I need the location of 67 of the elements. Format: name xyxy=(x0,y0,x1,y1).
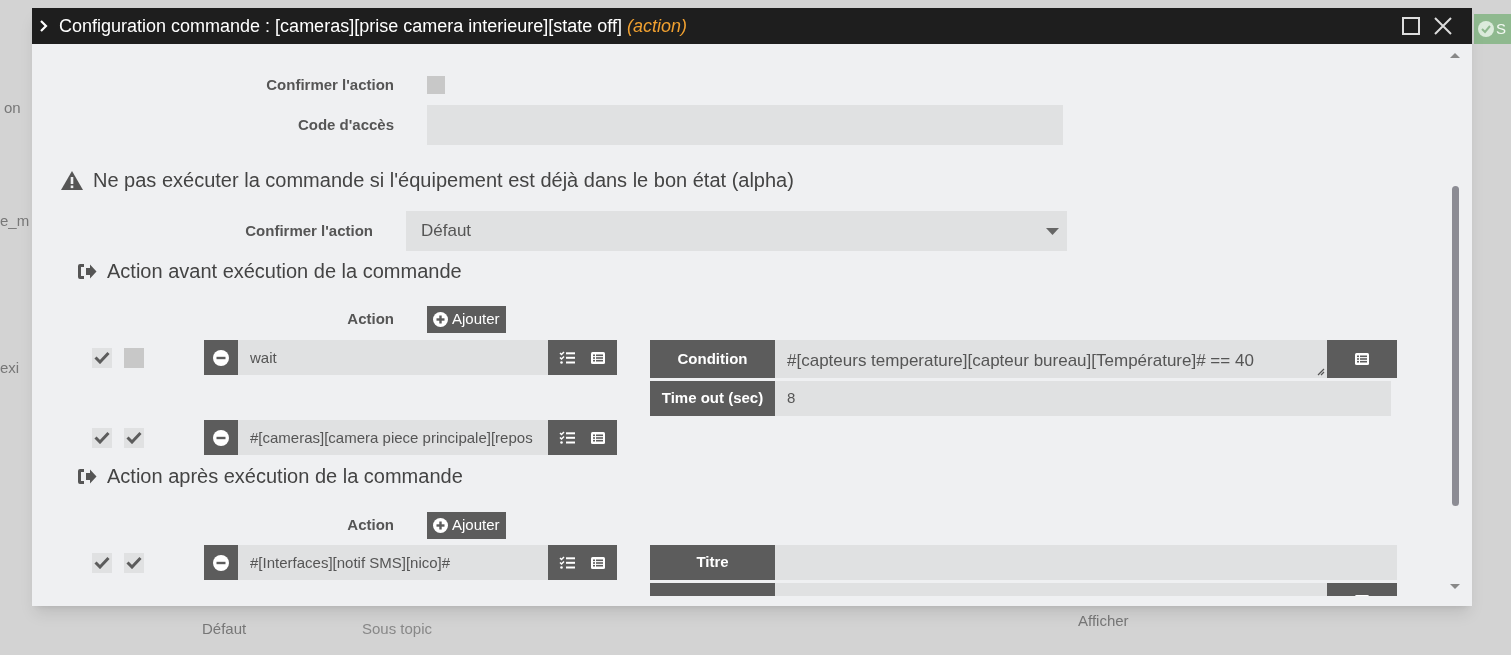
scrollbar-thumb[interactable] xyxy=(1452,186,1459,506)
checkbox[interactable] xyxy=(427,76,445,94)
background-text: e_m xyxy=(0,211,30,231)
field-label: Confirmer l'action xyxy=(265,74,394,95)
checklist-icon[interactable] xyxy=(559,555,576,570)
scroll-up-icon[interactable] xyxy=(1450,52,1460,58)
background-text: Défaut xyxy=(202,619,247,639)
input-field[interactable]: 8 xyxy=(775,381,1391,416)
checkbox[interactable] xyxy=(124,347,144,368)
background-text: Sous topic xyxy=(362,619,433,639)
field-label: Time out (sec) xyxy=(650,381,775,416)
field-label: Action xyxy=(346,515,394,536)
window-title: Configuration commande : [cameras][prise camera interieure][state off] (action) xyxy=(59,14,687,38)
check-icon xyxy=(94,556,110,569)
check-icon xyxy=(126,556,142,569)
plus-circle-icon xyxy=(433,312,448,327)
input-field[interactable]: wait xyxy=(238,340,548,375)
sign-out-icon xyxy=(77,467,97,485)
background-text: exi xyxy=(0,358,20,378)
list-icon[interactable] xyxy=(589,350,606,365)
list-button[interactable] xyxy=(1327,340,1397,378)
section-heading: Action après exécution de la commande xyxy=(107,464,463,489)
list-icon[interactable] xyxy=(589,430,606,445)
plus-circle-icon xyxy=(433,518,448,533)
checklist-icon[interactable] xyxy=(559,430,576,445)
field-label: Titre xyxy=(650,545,775,580)
background-text: on xyxy=(4,98,21,118)
sign-out-icon xyxy=(77,262,97,280)
section-heading: Action avant exécution de la commande xyxy=(107,259,462,284)
input-field[interactable] xyxy=(775,545,1397,580)
maximize-icon[interactable] xyxy=(1402,17,1420,35)
minus-circle-icon xyxy=(213,349,229,366)
remove-button[interactable] xyxy=(204,545,238,580)
checkbox[interactable] xyxy=(124,427,144,448)
close-icon[interactable] xyxy=(1434,17,1452,35)
text-area[interactable]: #[capteurs temperature][capteur bureau][Température]# == 40 xyxy=(775,340,1327,378)
field-label: Confirmer l'action xyxy=(244,220,373,241)
check-icon xyxy=(126,431,142,444)
input-field[interactable]: #[cameras][camera piece principale][repos xyxy=(238,420,548,455)
check-circle-icon xyxy=(1478,21,1494,37)
minus-circle-icon xyxy=(213,554,229,571)
checkbox[interactable] xyxy=(92,347,112,368)
minus-circle-icon xyxy=(213,429,229,446)
remove-button[interactable] xyxy=(204,340,238,375)
remove-button[interactable] xyxy=(204,420,238,455)
add-button[interactable]: Ajouter xyxy=(427,512,506,539)
check-icon xyxy=(94,351,110,364)
input-field[interactable]: #[Interfaces][notif SMS][nico]# xyxy=(238,545,548,580)
list-icon xyxy=(1354,352,1370,366)
field-label: Code d'accès xyxy=(296,114,394,135)
dropdown-caret-icon xyxy=(1046,227,1059,235)
checkbox[interactable] xyxy=(92,552,112,573)
scroll-down-icon[interactable] xyxy=(1450,584,1460,590)
checklist-icon[interactable] xyxy=(559,350,576,365)
checkbox[interactable] xyxy=(92,427,112,448)
chevron-icon xyxy=(39,20,49,32)
field-label: Action xyxy=(346,309,394,330)
background-text: Afficher xyxy=(1078,611,1129,631)
resize-grip-icon xyxy=(1317,368,1325,376)
list-icon[interactable] xyxy=(589,555,606,570)
field-label: Condition xyxy=(650,340,775,378)
select-field[interactable]: Défaut xyxy=(406,211,1067,251)
check-icon xyxy=(94,431,110,444)
section-heading: Ne pas exécuter la commande si l'équipement est déjà dans le bon état (alpha) xyxy=(93,168,794,193)
add-button[interactable]: Ajouter xyxy=(427,306,506,333)
checkbox[interactable] xyxy=(124,552,144,573)
warning-icon xyxy=(60,169,84,191)
